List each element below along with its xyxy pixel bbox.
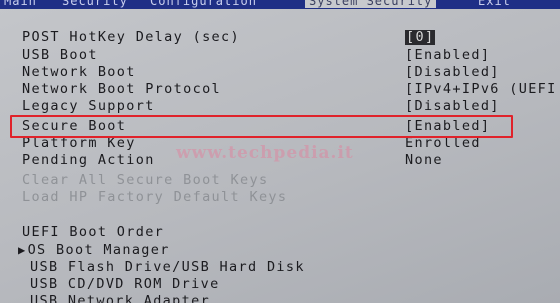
network-boot-protocol-value[interactable]: [IPv4+IPv6 (UEFI [405, 81, 557, 98]
menu-tab-security[interactable]: Security [62, 0, 128, 8]
menu-tab-exit[interactable]: Exit [478, 0, 511, 8]
selected-arrow-icon: ▶ [18, 243, 27, 257]
menu-tab-main[interactable]: Main [4, 0, 37, 8]
post-hotkey-delay-field[interactable]: [0] [405, 30, 436, 45]
bios-menu-bar: Main Security Configuration System Secur… [0, 0, 560, 9]
boot-order-item-os-boot-manager[interactable]: ▶OS Boot Manager [18, 242, 170, 259]
post-hotkey-delay-label: POST HotKey Delay (sec) [22, 29, 240, 45]
menu-tab-configuration[interactable]: Configuration [150, 0, 257, 8]
bios-screen: Main Security Configuration System Secur… [0, 0, 560, 303]
post-hotkey-delay-value[interactable]: [0] [405, 29, 436, 46]
usb-boot-label: USB Boot [22, 47, 98, 63]
legacy-support-label: Legacy Support [22, 98, 155, 114]
network-boot-value[interactable]: [Disabled] [405, 64, 500, 81]
menu-tab-system-security[interactable]: System Security [305, 0, 437, 8]
boot-order-item-usb-network[interactable]: USB Network Adapter [30, 293, 210, 303]
boot-order-item-usb-cd-dvd[interactable]: USB CD/DVD ROM Drive [30, 276, 220, 293]
pending-action-label: Pending Action [22, 152, 155, 168]
boot-order-item-usb-flash[interactable]: USB Flash Drive/USB Hard Disk [30, 259, 305, 276]
uefi-boot-order-heading: UEFI Boot Order [22, 224, 165, 240]
legacy-support-value[interactable]: [Disabled] [405, 98, 500, 115]
network-boot-label: Network Boot [22, 64, 136, 80]
pending-action-value: None [405, 152, 443, 168]
boot-order-item-label: OS Boot Manager [27, 242, 170, 258]
watermark: www.techpedia.it [176, 143, 354, 163]
secure-boot-highlight-box [10, 115, 513, 138]
usb-boot-value[interactable]: [Enabled] [405, 47, 490, 64]
load-hp-default-keys-item[interactable]: Load HP Factory Default Keys [22, 189, 287, 206]
clear-secure-boot-keys-item[interactable]: Clear All Secure Boot Keys [22, 172, 268, 189]
network-boot-protocol-label: Network Boot Protocol [22, 81, 222, 97]
